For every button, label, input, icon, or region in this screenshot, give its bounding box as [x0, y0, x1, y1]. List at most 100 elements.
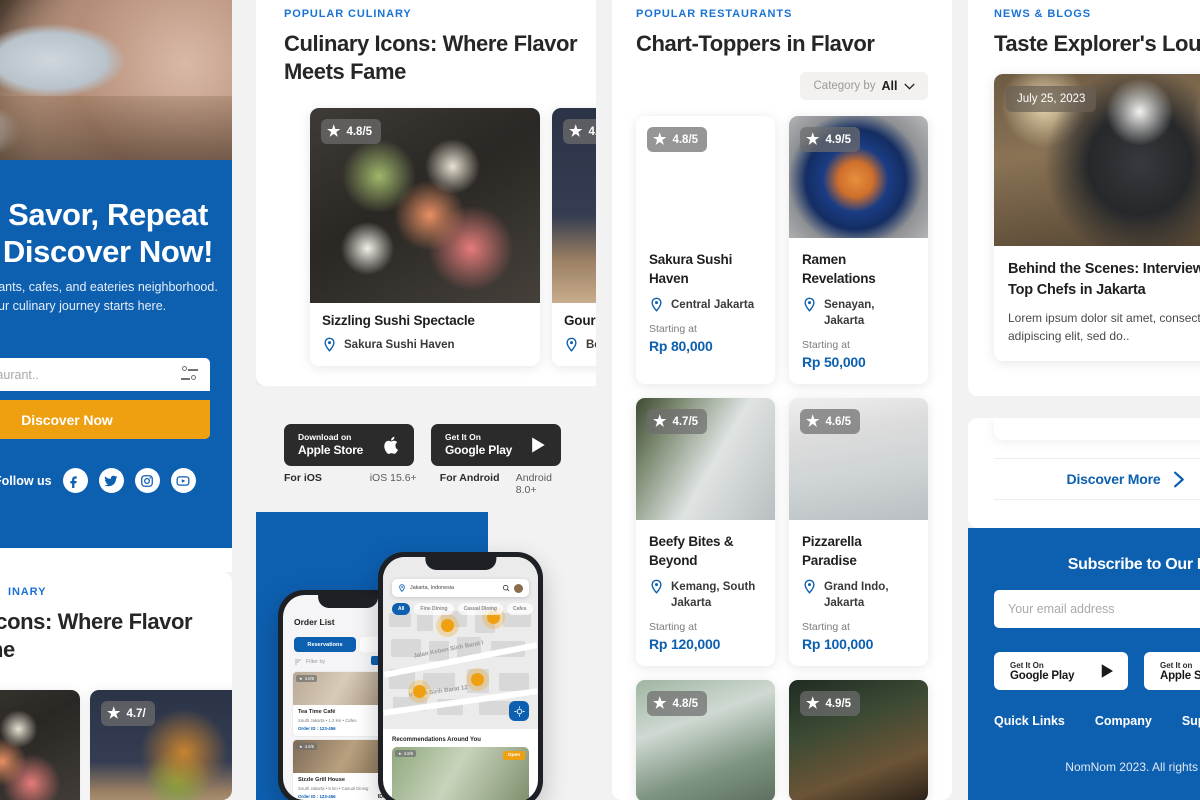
google-play-big: Google Play	[445, 442, 513, 457]
rating-badge: ★ 4.8/5	[296, 675, 318, 682]
order-item-id: Order ID : 123-456	[298, 793, 336, 799]
location-pin-icon	[649, 579, 664, 594]
restaurant-card[interactable]: ★ 4.9/5 Ramen Revelations Senayan, Jakart…	[789, 116, 928, 384]
restaurant-name: Ramen Revelations	[802, 252, 876, 286]
appstore-buttons: Download on Apple Store Get It On Google…	[284, 424, 561, 466]
restaurant-location: Senayan, Jakarta	[802, 297, 915, 329]
ios-version: iOS 15.6+	[369, 472, 417, 484]
map-marker[interactable]	[471, 673, 484, 686]
rating-badge: ★ 4.7/5	[647, 409, 708, 434]
star-icon: ★	[327, 123, 341, 140]
restaurant-card[interactable]: ★ 4.8/5	[636, 680, 775, 800]
restaurant-card[interactable]: ★ 4.8/5 Sakura Sushi Haven Central Jakart…	[636, 116, 775, 384]
restaurant-card[interactable]: ★ 4.6/5 Pizzarella Paradise Grand Indo, J…	[789, 398, 928, 666]
culinary-repeat-card-2[interactable]: ★ 4.7/	[90, 690, 232, 800]
map-marker[interactable]	[441, 619, 454, 632]
rating-badge: ★ 4.6/5	[800, 409, 861, 434]
footer-link-support[interactable]: Support	[1182, 714, 1200, 728]
location-pin-icon	[564, 337, 579, 352]
map-search-bar[interactable]: Jakarta, Indonesia	[392, 579, 529, 597]
avatar[interactable]	[514, 583, 523, 593]
rating-badge: ★ 4.6/5	[296, 743, 318, 750]
search-input[interactable]: ch for Restaurant..	[0, 358, 210, 391]
news-card[interactable]: July 25, 2023 Behind the Scenes: Intervi…	[994, 74, 1200, 361]
footer-link-company[interactable]: Company	[1095, 714, 1152, 728]
map-view[interactable]: Jalan Kebon Sirih Barat I Kebon Sirih Ba…	[383, 557, 538, 729]
culinary-card-2-image: ★ 4.7/	[552, 108, 596, 303]
follow-us-row: Follow us	[0, 468, 196, 493]
google-play-small: Get It On	[445, 432, 481, 443]
rating-value: 4.7/5	[672, 415, 699, 428]
discover-more-button[interactable]: Discover More	[994, 458, 1200, 500]
tab-reservations[interactable]: Reservations	[294, 637, 356, 652]
google-play-button[interactable]: Get It On Google Play	[431, 424, 561, 466]
culinary-panel: POPULAR CULINARY Culinary Icons: Where F…	[256, 0, 596, 386]
news-date-badge: July 25, 2023	[1006, 86, 1097, 112]
starting-at-label: Starting at	[802, 621, 850, 633]
hero-title: Savor, Repeat Discover Now!	[0, 196, 216, 270]
category-filter-dropdown[interactable]: Category by All	[800, 72, 928, 100]
footer-google-play-button[interactable]: Get It On Google Play	[994, 652, 1128, 690]
youtube-icon[interactable]	[170, 468, 196, 493]
rating-badge: ★ 4.8/5	[647, 691, 708, 716]
map-marker[interactable]	[413, 685, 426, 698]
filter-icon	[295, 659, 301, 665]
twitter-icon[interactable]	[98, 468, 124, 493]
rating-badge: ★ 4.7/	[563, 119, 596, 144]
culinary-card-1-title: Sizzling Sushi Spectacle	[322, 313, 475, 328]
rating-value: 4.8/5	[304, 676, 315, 681]
email-placeholder: Your email address	[1008, 602, 1115, 616]
restaurant-location-text: Central Jakarta	[671, 299, 755, 311]
chip-casual-dining[interactable]: Casual Dining	[457, 603, 503, 615]
culinary-kicker: POPULAR CULINARY	[284, 8, 412, 20]
footer-google-small: Get It On	[1010, 660, 1044, 670]
culinary-card-1[interactable]: ★ 4.8/5 Sizzling Sushi Spectacle Sakura …	[310, 108, 540, 366]
rating-value: 4.7/	[588, 125, 596, 138]
location-pin-icon	[802, 579, 817, 594]
recenter-location-button[interactable]	[509, 701, 529, 721]
apple-store-button[interactable]: Download on Apple Store	[284, 424, 414, 466]
order-filter-row[interactable]: Filter by	[294, 658, 325, 666]
email-input[interactable]: Your email address	[994, 590, 1200, 628]
chip-cafes[interactable]: Cafes	[506, 603, 533, 615]
footer-apple-big: Apple St	[1160, 669, 1200, 682]
subscribe-heading: Subscribe to Our Newsle	[1067, 556, 1200, 573]
restaurant-card[interactable]: ★ 4.7/5 Beefy Bites & Beyond Kemang, Sout…	[636, 398, 775, 666]
instagram-icon[interactable]	[134, 468, 160, 493]
discover-now-button[interactable]: Discover Now	[0, 400, 210, 439]
app-preview-panel: Order List Reservations Culinary Filter …	[256, 512, 596, 800]
hero-panel: Savor, Repeat Discover Now! best restaur…	[0, 0, 232, 800]
culinary-heading: Culinary Icons: Where Flavor Meets Fame	[284, 31, 578, 84]
culinary-card-2[interactable]: ★ 4.7/ Gourm Beef	[552, 108, 596, 366]
footer-link-quick-links[interactable]: Quick Links	[994, 714, 1065, 728]
star-icon: ★	[806, 695, 820, 712]
footer-panel: Subscribe to Our Newsle Your email addre…	[968, 528, 1200, 800]
map-location-value: Jakarta, Indonesia	[410, 585, 455, 591]
restaurant-card-image: ★ 4.9/5	[789, 680, 928, 800]
restaurant-card[interactable]: ★ 4.9/5	[789, 680, 928, 800]
restaurant-location: Central Jakarta	[649, 297, 762, 313]
chip-fine-dining[interactable]: Fine Dining	[414, 603, 454, 615]
footer-copyright: NomNom 2023. All rights rese	[1065, 760, 1200, 774]
open-badge: Open	[502, 751, 525, 760]
restaurant-card-image: ★ 4.6/5	[789, 398, 928, 520]
culinary-repeat-card-1[interactable]	[0, 690, 80, 800]
culinary-card-2-body: Gourm Beef	[552, 303, 596, 364]
recommendation-card[interactable]: ★ 4.8/5 Open	[392, 747, 529, 800]
news-card-description: Lorem ipsum dolor sit amet, consectetur …	[1008, 311, 1200, 343]
order-list-title: Order List	[294, 617, 335, 627]
rating-value: 4.7/	[126, 707, 146, 720]
hero-bottom-gap	[0, 548, 232, 572]
culinary-card-1-body: Sizzling Sushi Spectacle Sakura Sushi Ha…	[310, 303, 540, 364]
star-icon: ★	[806, 131, 820, 148]
filter-sliders-icon[interactable]	[181, 366, 198, 382]
culinary-repeat-kicker: INARY	[8, 586, 47, 598]
play-triangle-icon	[1101, 664, 1113, 678]
search-icon[interactable]	[502, 584, 510, 592]
restaurant-name: Beefy Bites & Beyond	[649, 534, 734, 568]
facebook-icon[interactable]	[62, 468, 88, 493]
restaurant-card-image: ★ 4.9/5	[789, 116, 928, 238]
footer-apple-store-button[interactable]: Get It on Apple St	[1144, 652, 1200, 690]
chip-all[interactable]: All	[392, 603, 411, 615]
rating-badge: ★ 4.8/5	[395, 750, 417, 757]
